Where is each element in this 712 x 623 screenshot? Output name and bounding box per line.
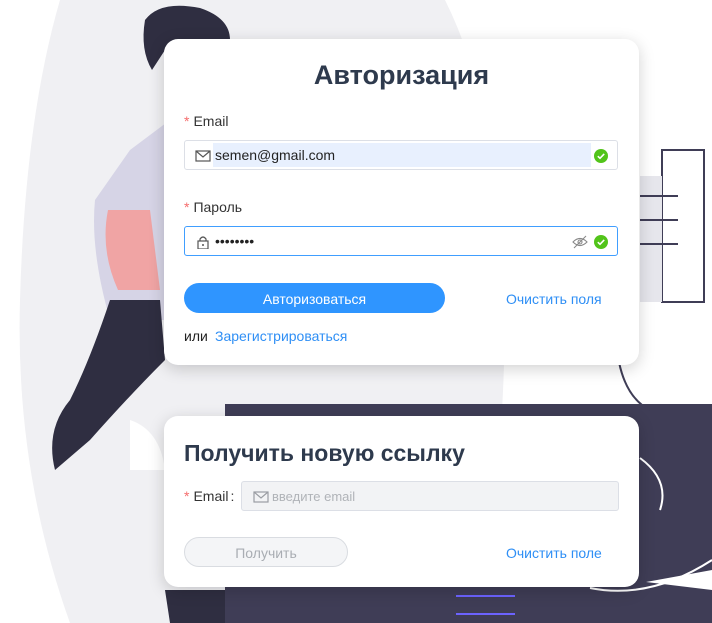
required-mark: * bbox=[184, 199, 190, 215]
new-link-title: Получить новую ссылку bbox=[184, 440, 465, 466]
email-label: * Email bbox=[184, 113, 228, 129]
clear-fields-button[interactable]: Очистить поля bbox=[506, 291, 602, 307]
login-button[interactable]: Авторизоваться bbox=[184, 283, 445, 313]
email-label-text: Email bbox=[193, 113, 229, 129]
lock-icon bbox=[197, 236, 209, 249]
required-mark: * bbox=[184, 113, 190, 129]
new-link-email-label-text: Email bbox=[193, 488, 229, 504]
or-text: или bbox=[184, 328, 208, 344]
label-colon: : bbox=[230, 488, 235, 504]
password-value: •••••••• bbox=[215, 233, 255, 249]
email-placeholder: введите email bbox=[272, 489, 356, 504]
new-link-card: Получить новую ссылку * Email: введите em… bbox=[164, 416, 639, 587]
login-title: Авторизация bbox=[313, 60, 490, 90]
register-link[interactable]: Зарегистрироваться bbox=[215, 328, 347, 344]
envelope-icon bbox=[195, 150, 211, 162]
new-link-email-field[interactable]: введите email bbox=[241, 481, 619, 511]
password-field[interactable]: •••••••• bbox=[184, 226, 618, 256]
email-value: semen@gmail.com bbox=[215, 147, 336, 163]
email-field[interactable]: semen@gmail.com bbox=[184, 140, 618, 170]
eye-off-icon[interactable] bbox=[572, 235, 588, 249]
check-circle-icon bbox=[594, 235, 608, 249]
password-label-text: Пароль bbox=[193, 199, 243, 215]
document-shape bbox=[661, 149, 705, 303]
get-link-button[interactable]: Получить bbox=[184, 537, 348, 567]
required-mark: * bbox=[184, 488, 190, 504]
login-card: Авторизация * Email semen@gmail.com * Паро… bbox=[164, 39, 639, 365]
envelope-icon bbox=[253, 491, 269, 503]
new-link-email-label: * Email: bbox=[184, 488, 234, 504]
check-circle-icon bbox=[594, 149, 608, 163]
password-label: * Пароль bbox=[184, 199, 242, 215]
clear-field-button[interactable]: Очистить поле bbox=[506, 545, 602, 561]
